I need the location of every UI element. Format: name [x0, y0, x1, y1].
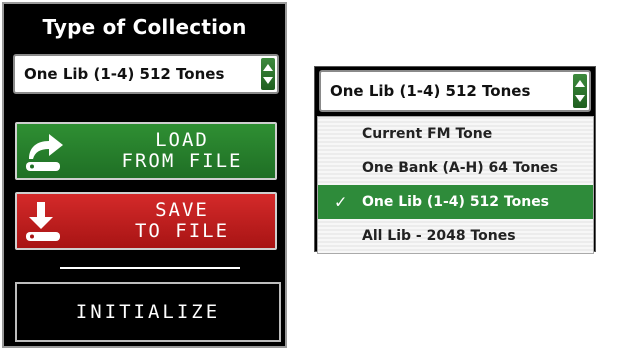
menu-item-one-bank[interactable]: One Bank (A-H) 64 Tones — [318, 151, 593, 185]
menu-item-all-lib[interactable]: All Lib - 2048 Tones — [318, 219, 593, 253]
load-file-icon — [26, 134, 63, 171]
panel-title: Type of Collection — [42, 15, 247, 39]
menu-item-label: One Lib (1-4) 512 Tones — [362, 194, 550, 210]
menu-item-one-lib[interactable]: ✓ One Lib (1-4) 512 Tones — [318, 185, 593, 219]
initialize-label: INITIALIZE — [75, 301, 221, 323]
collection-type-select[interactable]: One Lib (1-4) 512 Tones — [13, 54, 279, 94]
dropdown-menu: Current FM Tone One Bank (A-H) 64 Tones … — [317, 116, 594, 254]
divider — [60, 267, 240, 269]
stepper-arrows-icon[interactable] — [573, 74, 587, 108]
dropdown-select[interactable]: One Lib (1-4) 512 Tones — [319, 70, 591, 112]
load-from-file-button[interactable]: LOAD FROM FILE — [15, 122, 277, 180]
dropdown-value: One Lib (1-4) 512 Tones — [330, 82, 531, 100]
load-button-label: LOAD FROM FILE — [121, 129, 243, 172]
checkmark-icon: ✓ — [334, 192, 348, 212]
save-file-icon — [26, 202, 60, 241]
dropdown-panel: One Lib (1-4) 512 Tones Current FM Tone … — [314, 66, 596, 254]
menu-item-label: Current FM Tone — [362, 126, 493, 142]
menu-item-label: One Bank (A-H) 64 Tones — [362, 160, 558, 176]
menu-item-current-fm-tone[interactable]: Current FM Tone — [318, 117, 593, 151]
initialize-button[interactable]: INITIALIZE — [15, 282, 281, 342]
stepper-arrows-icon[interactable] — [261, 58, 275, 90]
save-to-file-button[interactable]: SAVE TO FILE — [15, 192, 277, 250]
menu-item-label: All Lib - 2048 Tones — [362, 228, 516, 244]
collection-panel: Type of Collection One Lib (1-4) 512 Ton… — [2, 2, 287, 348]
collection-type-value: One Lib (1-4) 512 Tones — [24, 65, 225, 83]
save-button-label: SAVE TO FILE — [134, 199, 230, 242]
